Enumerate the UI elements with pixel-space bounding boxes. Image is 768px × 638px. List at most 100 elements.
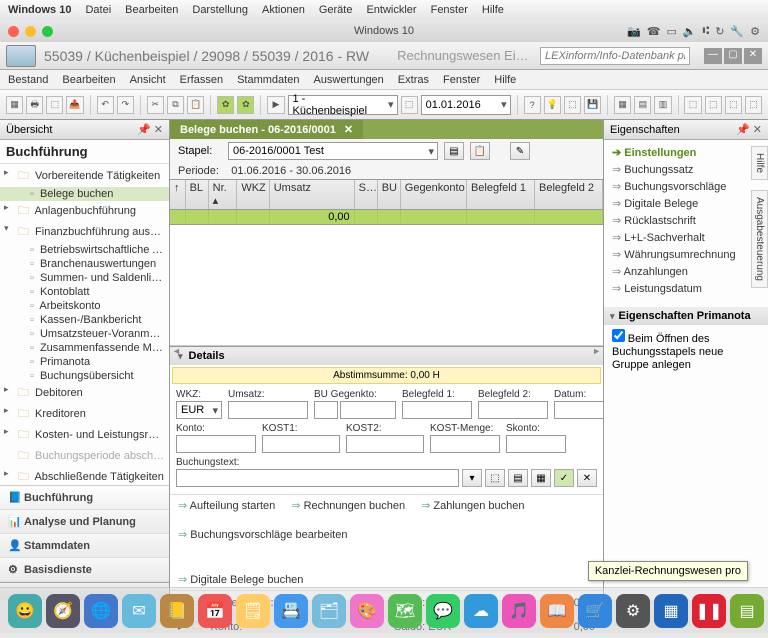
dock-app[interactable]: 💬: [426, 594, 460, 628]
property-link[interactable]: Währungsumrechnung: [608, 246, 764, 263]
edit-icon[interactable]: ✎: [510, 142, 530, 160]
dock-app[interactable]: 📒: [160, 594, 194, 628]
tb-btn[interactable]: ✿: [217, 96, 234, 114]
menu-item[interactable]: Entwickler: [366, 4, 416, 16]
property-link[interactable]: Rücklastschrift: [608, 212, 764, 229]
wkz-combo[interactable]: EUR: [176, 401, 222, 419]
checkbox[interactable]: [612, 329, 625, 342]
tb-btn[interactable]: ↶: [97, 96, 114, 114]
tree-item[interactable]: ▫ Belege buchen: [0, 187, 169, 201]
tree-item[interactable]: ▸🗀 Anlagenbuchführung: [0, 201, 169, 222]
properties-subhead[interactable]: Eigenschaften Primanota: [604, 307, 768, 325]
checkbox-option[interactable]: Beim Öffnen des Buchungsstapels neue Gru…: [604, 325, 768, 376]
menu-item[interactable]: Hilfe: [482, 4, 504, 16]
column-header[interactable]: Nr. ▴: [209, 180, 238, 209]
dock-app[interactable]: ⚙: [616, 594, 650, 628]
client-combo[interactable]: 1 - Küchenbeispiel: [288, 95, 398, 115]
property-link[interactable]: L+L-Sachverhalt: [608, 229, 764, 246]
dock-app[interactable]: 🎵: [502, 594, 536, 628]
kost1-input[interactable]: [262, 435, 340, 453]
tb-btn[interactable]: ▦: [531, 469, 551, 487]
tree-item[interactable]: ▸🗀 Abschließende Tätigkeiten: [0, 467, 169, 485]
tb-btn[interactable]: ⬚: [46, 96, 63, 114]
tree-item[interactable]: ▫ Summen- und Saldenliste: [0, 271, 169, 285]
tb-btn[interactable]: ▤: [444, 142, 464, 160]
menu-item[interactable]: Erfassen: [180, 74, 223, 86]
menu-item[interactable]: Fenster: [431, 4, 468, 16]
menu-app[interactable]: Windows 10: [8, 4, 71, 16]
tree-item[interactable]: ▸🗀 Kreditoren: [0, 404, 169, 425]
menu-item[interactable]: Extras: [398, 74, 429, 86]
paste-icon[interactable]: 📋: [187, 96, 204, 114]
tb-btn[interactable]: ▥: [654, 96, 671, 114]
dock-app[interactable]: 🧭: [46, 594, 80, 628]
action-link[interactable]: Buchungsvorschläge bearbeiten: [178, 528, 347, 541]
tree-item[interactable]: 🗀 Buchungsperiode abschließen: [0, 446, 169, 467]
tree-item[interactable]: ▫ Buchungsübersicht: [0, 369, 169, 383]
tb-btn[interactable]: ▤: [634, 96, 651, 114]
dock-app[interactable]: 🛒: [578, 594, 612, 628]
tree-item[interactable]: ▫ Arbeitskonto: [0, 299, 169, 313]
tb-btn[interactable]: ⬚: [745, 96, 762, 114]
nav-button[interactable]: ⚙Basisdienste: [0, 558, 169, 582]
stapel-combo[interactable]: 06-2016/0001 Test: [228, 142, 438, 160]
pin-icon[interactable]: 📌: [736, 124, 750, 136]
tb-btn[interactable]: ⬚: [725, 96, 742, 114]
tb-btn[interactable]: 📤: [66, 96, 83, 114]
wrench-icon[interactable]: 🔧: [730, 25, 744, 38]
copy-icon[interactable]: ⧉: [167, 96, 184, 114]
help-icon[interactable]: ?: [524, 96, 541, 114]
dock-app[interactable]: 🗺: [388, 594, 422, 628]
win-minimize-icon[interactable]: —: [704, 48, 722, 64]
zoom-icon[interactable]: [42, 26, 53, 37]
tb-btn[interactable]: ▾: [462, 469, 482, 487]
menu-item[interactable]: Bearbeiten: [125, 4, 178, 16]
cut-icon[interactable]: ✂: [147, 96, 164, 114]
tree-item[interactable]: ▫ Umsatzsteuer-Voranmeldung: [0, 327, 169, 341]
tree-item[interactable]: ▫ Kontoblatt: [0, 285, 169, 299]
property-link[interactable]: Digitale Belege: [608, 195, 764, 212]
datum-input[interactable]: [554, 401, 604, 419]
search-input[interactable]: [540, 47, 690, 65]
column-header[interactable]: BU: [378, 180, 401, 209]
konto-input[interactable]: [176, 435, 256, 453]
vtab-hilfe[interactable]: Hilfe: [751, 146, 768, 180]
gear-icon[interactable]: ⚙: [750, 25, 760, 38]
usb-icon[interactable]: ⑆: [703, 25, 710, 38]
column-header[interactable]: BL: [186, 180, 209, 209]
menu-item[interactable]: Bestand: [8, 74, 48, 86]
action-link[interactable]: Rechnungen buchen: [291, 499, 405, 512]
dock-app[interactable]: 📅: [198, 594, 232, 628]
close-icon[interactable]: [8, 26, 19, 37]
tree-item[interactable]: ▸🗀 Kosten- und Leistungsrechnung: [0, 425, 169, 446]
confirm-icon[interactable]: ✓: [554, 469, 574, 487]
menu-item[interactable]: Stammdaten: [237, 74, 299, 86]
tb-btn[interactable]: ↷: [117, 96, 134, 114]
date-combo[interactable]: 01.01.2016: [421, 95, 511, 115]
dock-app[interactable]: 🗒: [236, 594, 270, 628]
tree-item[interactable]: ▫ Kassen-/Bankbericht: [0, 313, 169, 327]
bu-input[interactable]: [314, 401, 338, 419]
win-maximize-icon[interactable]: ▢: [724, 48, 742, 64]
menu-item[interactable]: Hilfe: [494, 74, 516, 86]
gegenkonto-input[interactable]: [340, 401, 396, 419]
tree-item[interactable]: ▫ Betriebswirtschaftliche Aus…: [0, 243, 169, 257]
close-icon[interactable]: ✕: [344, 123, 353, 136]
column-header[interactable]: Gegenkonto: [401, 180, 467, 209]
dock-app[interactable]: 🌐: [84, 594, 118, 628]
column-header[interactable]: ↑: [170, 180, 186, 209]
phone-icon[interactable]: ☎: [647, 25, 661, 38]
property-link[interactable]: Buchungsvorschläge: [608, 178, 764, 195]
tb-btn[interactable]: ⬚: [684, 96, 701, 114]
menu-item[interactable]: Ansicht: [130, 74, 166, 86]
umsatz-input[interactable]: [228, 401, 308, 419]
column-header[interactable]: Belegfeld 1: [467, 180, 535, 209]
tree-item[interactable]: ▾🗀 Finanzbuchführung auswerten: [0, 222, 169, 243]
dock-app[interactable]: 📖: [540, 594, 574, 628]
details-header[interactable]: Details: [170, 347, 603, 365]
tb-btn[interactable]: ⬚: [401, 96, 418, 114]
menu-item[interactable]: Bearbeiten: [62, 74, 115, 86]
dock-app[interactable]: 🎨: [350, 594, 384, 628]
camera-icon[interactable]: 📷: [627, 25, 641, 38]
tree-item[interactable]: ▫ Branchenauswertungen: [0, 257, 169, 271]
